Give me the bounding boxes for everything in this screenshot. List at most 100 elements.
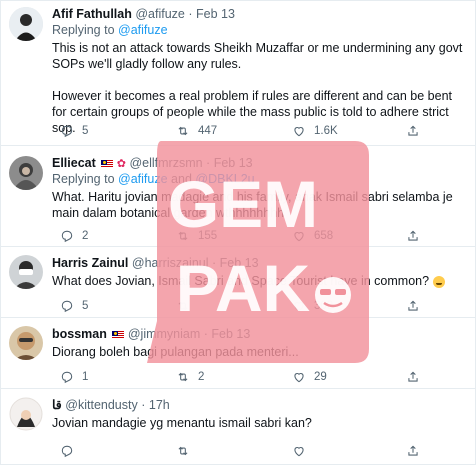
avatar[interactable] [9, 156, 43, 190]
like-count: 1.6K [314, 125, 338, 137]
reply-count: 1 [82, 371, 89, 383]
avatar-image [9, 255, 43, 289]
retweet-button[interactable]: 155 [176, 228, 217, 244]
separator-dot: · [188, 7, 193, 21]
like-icon [294, 232, 304, 242]
tweet-paragraph: What. Haritu jovian madagie and his fami… [52, 190, 453, 220]
reply-icon [61, 230, 73, 243]
like-button[interactable]: 29 [292, 369, 327, 385]
like-icon [294, 127, 304, 137]
reply-icon [61, 125, 73, 138]
like-button[interactable] [292, 443, 314, 459]
avatar-image [9, 397, 43, 431]
avatar[interactable] [9, 7, 43, 41]
wink-emoji-icon [432, 275, 445, 288]
like-count: 658 [314, 230, 334, 242]
share-button[interactable] [406, 369, 420, 385]
tweet-header: Harris Zainul @harriszainul · Feb 13 [52, 255, 469, 271]
separator-dot: · [141, 398, 146, 412]
retweet-count: 447 [198, 125, 218, 137]
tweet-paragraph: What does Jovian, Ismail Sabri and Space… [52, 273, 469, 289]
display-name[interactable]: bossman [52, 327, 107, 341]
tweet-paragraph: This is not an attack towards Sheikh Muz… [52, 41, 463, 71]
tweet[interactable]: Afif Fathullah @afifuze · Feb 13 Replyin… [1, 1, 475, 146]
tweet-header: bossman @jimmyniam · Feb 13 [52, 326, 469, 342]
tweet-header: Afif Fathullah @afifuze · Feb 13 [52, 6, 469, 22]
like-count: 309 [314, 300, 334, 312]
avatar-image [9, 7, 43, 41]
share-button[interactable] [406, 228, 420, 244]
handle[interactable]: @afifuze [135, 7, 185, 21]
flag-malaysia-icon [101, 159, 114, 168]
timestamp[interactable]: 17h [149, 398, 170, 412]
retweet-button[interactable] [176, 443, 198, 459]
tweet-paragraph: Jovian mandagie yg menantu ismail sabri … [52, 416, 312, 430]
reply-button[interactable] [60, 443, 82, 459]
tweet-text: This is not an attack towards Sheikh Muz… [52, 40, 469, 136]
reply-button[interactable]: 1 [60, 369, 88, 385]
reply-button[interactable]: 2 [60, 228, 88, 244]
reply-context: Replying to @afifuze and @DBKL2u [52, 171, 469, 187]
timestamp[interactable]: Feb 13 [214, 156, 253, 170]
separator-dot: · [212, 256, 217, 270]
tweet-text: Diorang boleh bagi pulangan pada menteri… [52, 344, 469, 360]
tweet-text-content: What does Jovian, Ismail Sabri and Space… [52, 274, 430, 288]
like-icon [294, 373, 304, 383]
tweet[interactable]: bossman @jimmyniam · Feb 13 Diorang bole… [1, 318, 475, 389]
tweet-text: What does Jovian, Ismail Sabri and Space… [52, 273, 469, 289]
like-button[interactable]: 658 [292, 228, 333, 244]
share-button[interactable] [406, 443, 420, 459]
reply-count: 5 [82, 300, 89, 312]
retweet-button[interactable]: 2 [176, 369, 204, 385]
share-button[interactable] [406, 298, 420, 314]
tweet[interactable]: Elliecat ✿ @ellfmrzsmn · Feb 13 Replying… [1, 146, 475, 247]
reply-icon [61, 300, 73, 313]
avatar[interactable] [9, 397, 43, 431]
retweet-icon [178, 446, 188, 456]
handle[interactable]: @kittendusty [65, 398, 137, 412]
display-name[interactable]: Afif Fathullah [52, 7, 132, 21]
retweet-count: 2 [198, 371, 205, 383]
retweet-button[interactable] [176, 298, 198, 314]
handle[interactable]: @jimmyniam [128, 327, 200, 341]
reply-icon [61, 445, 73, 458]
timestamp[interactable]: Feb 13 [220, 256, 259, 270]
timestamp[interactable]: Feb 13 [211, 327, 250, 341]
handle[interactable]: @ellfmrzsmn [129, 156, 202, 170]
reply-mention[interactable]: @afifuze [118, 172, 168, 186]
display-name[interactable]: Harris Zainul [52, 256, 128, 270]
reply-icon [61, 371, 73, 384]
tweet-text: Jovian mandagie yg menantu ismail sabri … [52, 415, 469, 431]
reply-count: 2 [82, 230, 89, 242]
like-button[interactable]: 309 [292, 298, 333, 314]
retweet-icon [178, 231, 188, 241]
avatar[interactable] [9, 255, 43, 289]
like-icon [294, 447, 304, 457]
like-button[interactable]: 1.6K [292, 123, 338, 139]
reply-button[interactable]: 5 [60, 123, 88, 139]
reply-mention[interactable]: @afifuze [118, 23, 168, 37]
reply-button[interactable]: 5 [60, 298, 88, 314]
share-icon [408, 371, 418, 382]
display-name[interactable]: قا [52, 398, 62, 412]
avatar-image [9, 156, 43, 190]
tweet-header: قا @kittendusty · 17h [52, 397, 469, 413]
tweet-paragraph: Diorang boleh bagi pulangan pada menteri… [52, 345, 299, 359]
retweet-icon [178, 301, 188, 311]
retweet-icon [178, 372, 188, 382]
timeline: Afif Fathullah @afifuze · Feb 13 Replyin… [0, 0, 476, 465]
display-name[interactable]: Elliecat [52, 156, 96, 170]
retweet-button[interactable]: 447 [176, 123, 217, 139]
flag-malaysia-icon [112, 330, 125, 339]
reply-prefix: Replying to [52, 23, 115, 37]
avatar[interactable] [9, 326, 43, 360]
tweet[interactable]: قا @kittendusty · 17h Jovian mandagie yg… [1, 389, 475, 464]
handle[interactable]: @harriszainul [132, 256, 209, 270]
reply-mention[interactable]: @DBKL2u [195, 172, 254, 186]
share-button[interactable] [406, 123, 420, 139]
timestamp[interactable]: Feb 13 [196, 7, 235, 21]
tweet[interactable]: Harris Zainul @harriszainul · Feb 13 Wha… [1, 247, 475, 318]
flower-icon: ✿ [116, 157, 126, 170]
like-count: 29 [314, 371, 327, 383]
reply-count: 5 [82, 125, 89, 137]
